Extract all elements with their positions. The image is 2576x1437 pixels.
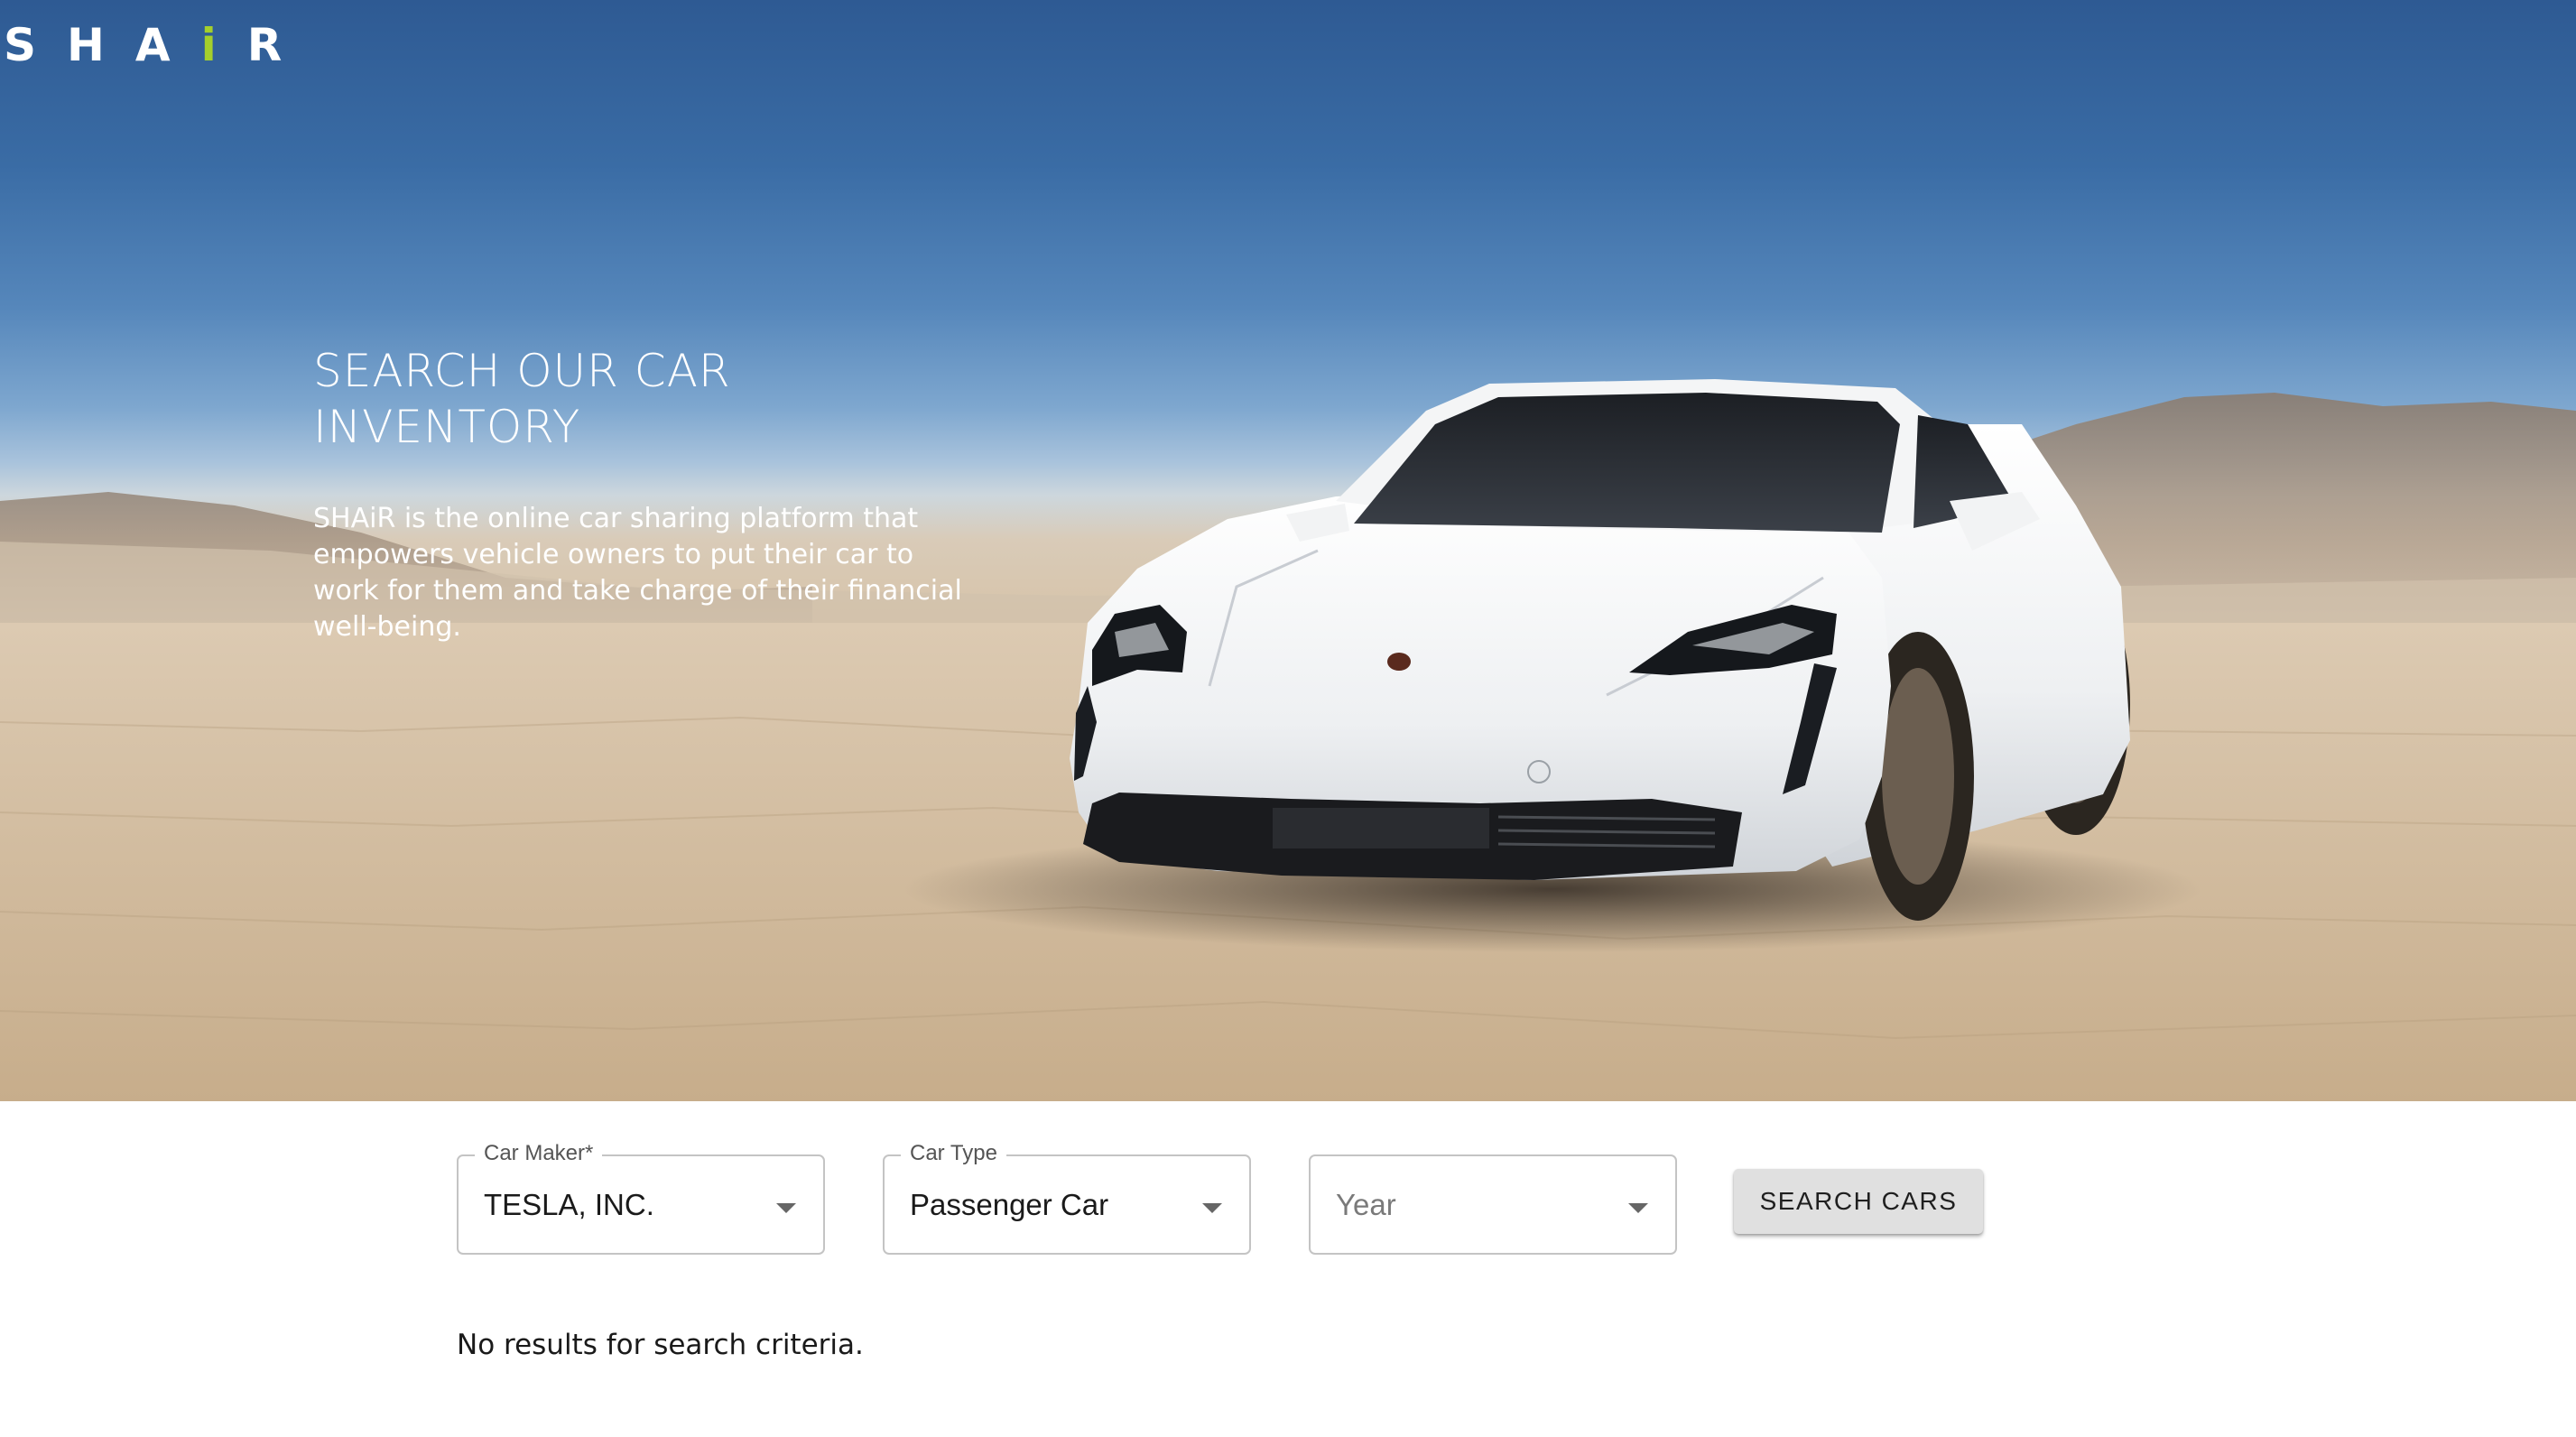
car-type-value: Passenger Car bbox=[910, 1188, 1109, 1221]
logo-text-suffix: R bbox=[246, 19, 313, 71]
logo-text-accent: i bbox=[200, 19, 247, 71]
chevron-down-icon bbox=[776, 1203, 796, 1213]
no-results-message: No results for search criteria. bbox=[457, 1329, 864, 1361]
hero-banner: SHAiR SEARCH OUR CAR INVENTORY SHAiR is … bbox=[0, 0, 2576, 1101]
car-type-label: Car Type bbox=[901, 1140, 1006, 1167]
search-cars-button[interactable]: SEARCH CARS bbox=[1734, 1169, 1983, 1234]
car-maker-label: Car Maker* bbox=[475, 1140, 603, 1167]
year-select[interactable]: Year bbox=[1309, 1154, 1677, 1255]
car-type-select[interactable]: Car Type Passenger Car bbox=[883, 1140, 1251, 1255]
chevron-down-icon bbox=[1202, 1203, 1222, 1213]
hero-description: SHAiR is the online car sharing platform… bbox=[313, 503, 962, 643]
car-maker-value: TESLA, INC. bbox=[484, 1188, 654, 1221]
shair-logo[interactable]: SHAiR bbox=[4, 16, 312, 74]
hero-title: SEARCH OUR CAR INVENTORY bbox=[313, 345, 731, 453]
year-placeholder: Year bbox=[1336, 1188, 1396, 1221]
logo-text-prefix: SHA bbox=[4, 19, 201, 71]
required-marker: * bbox=[585, 1141, 594, 1165]
chevron-down-icon bbox=[1628, 1203, 1648, 1213]
car-maker-select[interactable]: Car Maker* TESLA, INC. bbox=[457, 1140, 825, 1255]
